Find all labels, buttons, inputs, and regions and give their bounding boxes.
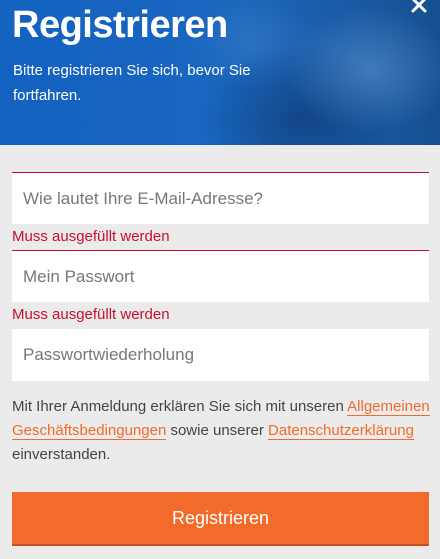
page-subtitle: Bitte registrieren Sie sich, bevor Sie f… [13,62,251,104]
password-repeat-field[interactable] [12,329,429,381]
terms-text-middle: sowie unserer [166,422,269,439]
email-error-message: Muss ausgefüllt werden [12,228,170,245]
email-field[interactable] [12,172,429,224]
page-title: Registrieren [12,4,228,46]
terms-text-before: Mit Ihrer Anmeldung erklären Sie sich mi… [12,398,348,415]
terms-notice: Mit Ihrer Anmeldung erklären Sie sich mi… [12,395,430,467]
privacy-policy-link[interactable]: Datenschutzerklärung [268,422,414,440]
password-error-message: Muss ausgefüllt werden [12,306,170,323]
header-banner: Registrieren Bitte registrieren Sie sich… [0,0,440,145]
terms-text-after: einverstanden. [12,446,111,463]
close-button[interactable] [408,0,430,16]
password-field[interactable] [12,250,429,302]
close-icon [411,0,427,13]
register-button[interactable]: Registrieren [12,492,429,546]
